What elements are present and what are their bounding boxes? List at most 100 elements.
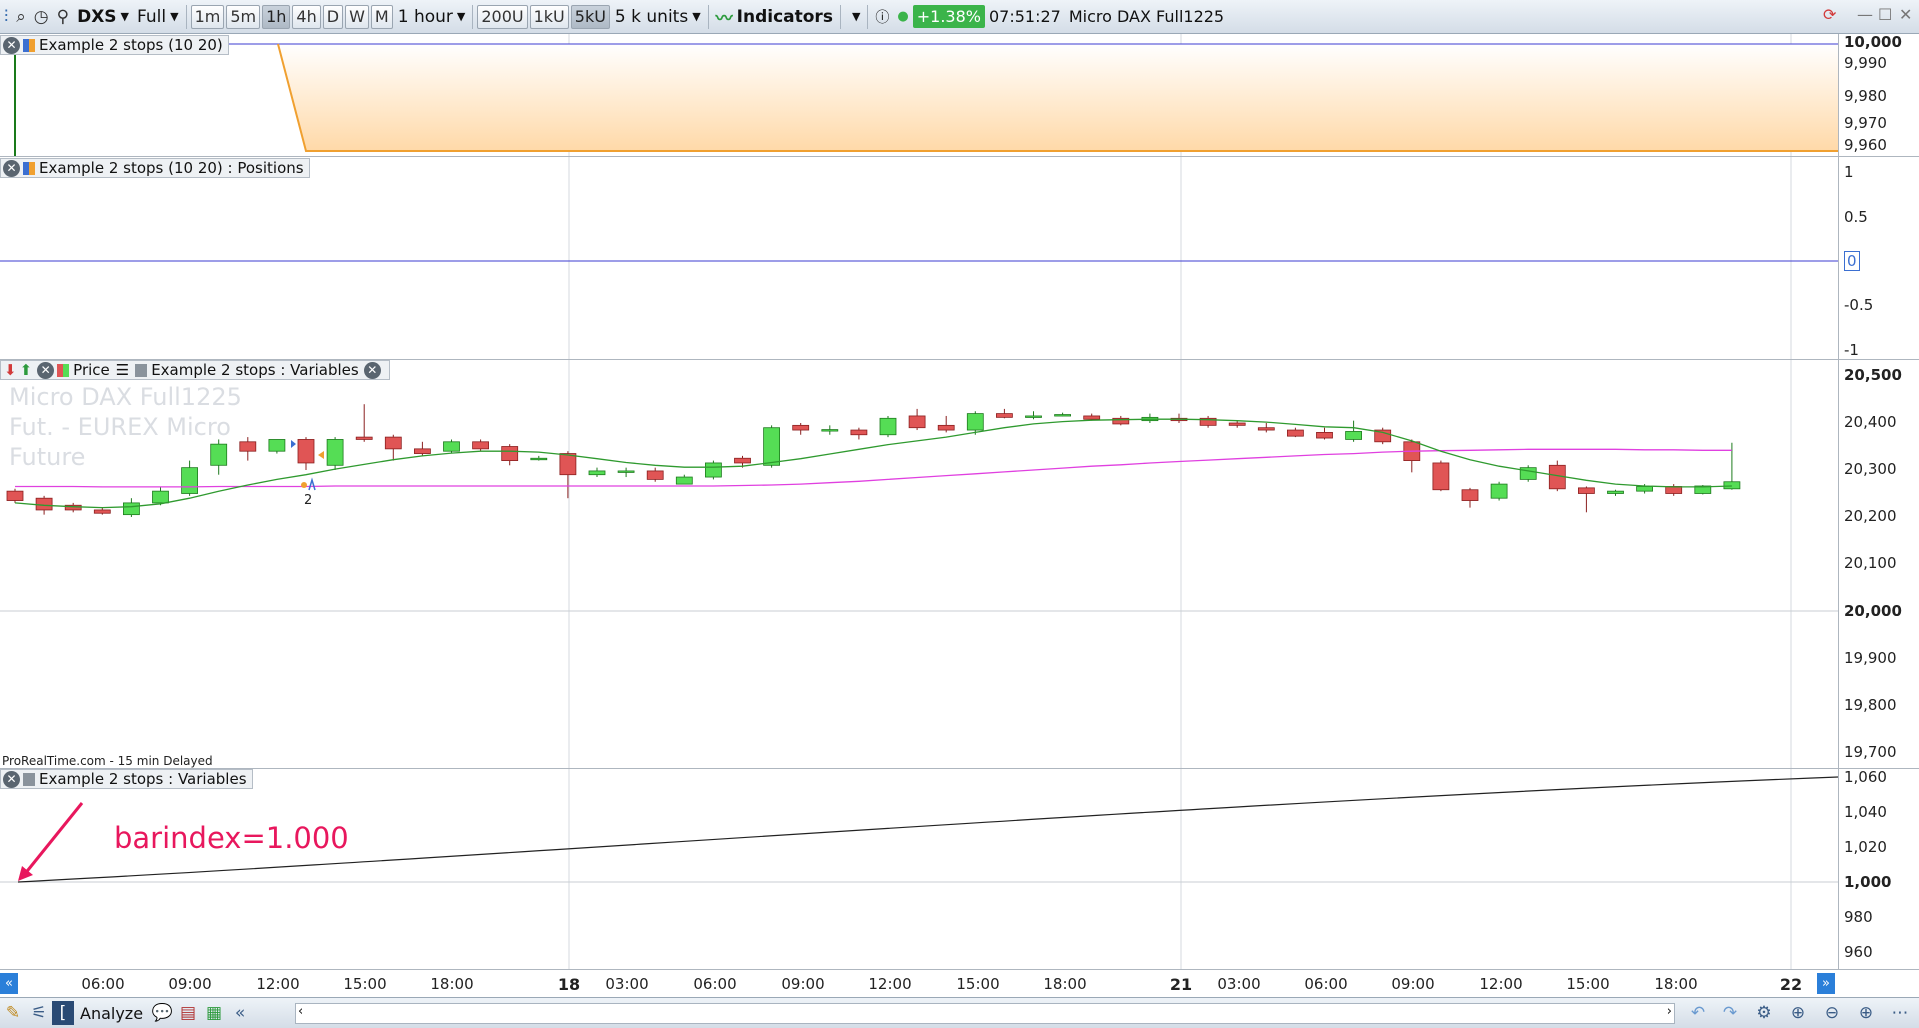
- pin-icon[interactable]: ⚲: [53, 4, 73, 30]
- collapse-left-icon[interactable]: «: [227, 1001, 253, 1025]
- candle-body: [1025, 415, 1042, 418]
- equity-panel-title: ✕ Example 2 stops (10 20): [0, 35, 229, 55]
- candle-body: [763, 427, 780, 466]
- redo-icon[interactable]: ↷: [1717, 1001, 1743, 1025]
- indicator-color-swatch: [23, 161, 35, 175]
- variables-label[interactable]: Example 2 stops : Variables: [151, 361, 359, 379]
- instrument-code-select[interactable]: DXS ▼: [73, 4, 133, 30]
- axis-tick-label: -1: [1844, 341, 1859, 359]
- barindex-axis[interactable]: 1,060 1,040 1,020 1,000 980 960: [1838, 768, 1919, 969]
- close-icon[interactable]: ✕: [37, 361, 55, 379]
- scroll-right-icon[interactable]: ›: [1667, 1004, 1672, 1019]
- trade-dot-icon: [301, 482, 307, 488]
- timeframe-button[interactable]: M: [370, 4, 393, 29]
- barindex-panel-label: Example 2 stops : Variables: [39, 770, 247, 788]
- unit-button[interactable]: 200U: [477, 4, 528, 29]
- bracket-icon[interactable]: [: [52, 1001, 74, 1025]
- indicators-dropdown[interactable]: ▼: [844, 4, 864, 30]
- more-icon[interactable]: ⋯: [1887, 1001, 1913, 1025]
- drawing-tool-icon[interactable]: ✎: [0, 1001, 26, 1025]
- axis-tick-label: 1,060: [1844, 768, 1887, 786]
- price-axis[interactable]: 20,500 20,400 20,300 20,200 20,100 20,000 19,9…: [1838, 360, 1919, 768]
- candle-body: [1287, 429, 1304, 437]
- close-icon[interactable]: ✕: [1899, 5, 1912, 24]
- slow-moving-average: [15, 448, 1732, 488]
- minimize-icon[interactable]: —: [1857, 5, 1873, 24]
- close-icon[interactable]: ✕: [3, 36, 20, 54]
- axis-tick-label: 9,990: [1844, 54, 1887, 72]
- axis-tick-label: 20,000: [1844, 602, 1902, 620]
- separator: [185, 4, 187, 29]
- zoom-out-icon[interactable]: ⊖: [1819, 1001, 1845, 1025]
- chart-settings-icon[interactable]: ⚙: [1751, 1001, 1777, 1025]
- candle-body: [210, 443, 228, 466]
- scroll-left-icon[interactable]: «: [0, 973, 18, 994]
- maximize-icon[interactable]: ☐: [1878, 5, 1892, 24]
- orderbook-icon[interactable]: ▦: [201, 1001, 227, 1025]
- trade-arrow-icon: [308, 477, 316, 491]
- candle-body: [559, 453, 577, 476]
- price-label[interactable]: Price: [73, 361, 110, 379]
- timeframe-button[interactable]: 1m: [190, 4, 225, 29]
- axis-tick-label: 0.5: [1844, 208, 1868, 226]
- axis-tick-label: 20,200: [1844, 507, 1897, 525]
- axis-tick-label: 9,970: [1844, 114, 1887, 132]
- units-value: 5 k units: [614, 6, 689, 27]
- horizontal-scrollbar[interactable]: ‹ ›: [295, 1003, 1675, 1024]
- candle-body: [1723, 481, 1741, 490]
- equity-chart[interactable]: [0, 34, 1838, 156]
- undo-icon[interactable]: ↶: [1685, 1001, 1711, 1025]
- clock-icon[interactable]: ◷: [30, 4, 53, 30]
- variables-color-swatch: [135, 363, 148, 377]
- view-mode-select[interactable]: Full ▼: [133, 4, 183, 30]
- timeframe-button[interactable]: 5m: [226, 4, 261, 29]
- timeframe-button[interactable]: 1h: [262, 4, 291, 29]
- timeframe-select[interactable]: 1 hour ▼: [394, 4, 470, 30]
- timeframe-button[interactable]: D: [322, 4, 344, 29]
- candle-body: [268, 439, 286, 452]
- units-select[interactable]: 5 k units ▼: [611, 4, 705, 30]
- chevron-down-icon: ▼: [456, 10, 466, 23]
- chat-icon[interactable]: 💬: [149, 1001, 175, 1025]
- indicators-button[interactable]: 〰 Indicators: [712, 4, 837, 30]
- unit-button[interactable]: 5kU: [570, 4, 610, 29]
- report-icon[interactable]: ▤: [175, 1001, 201, 1025]
- timeframe-button[interactable]: W: [345, 4, 369, 29]
- analyze-button[interactable]: Analyze: [80, 1004, 143, 1023]
- time-axis[interactable]: « 06:00 09:00 12:00 15:00 18:00 18 03:00 06:00 0…: [0, 969, 1919, 997]
- source-note: ProRealTime.com - 15 min Delayed: [2, 754, 213, 768]
- cursor-tool-icon[interactable]: ⌕: [12, 4, 30, 30]
- axis-tick-label: 1,040: [1844, 803, 1887, 821]
- positions-panel: ✕ Example 2 stops (10 20) : Positions 1 0…: [0, 157, 1919, 360]
- time-tick-label: 15:00: [343, 975, 387, 993]
- candle-body: [1054, 414, 1071, 417]
- close-icon[interactable]: ✕: [3, 159, 20, 177]
- price-chart[interactable]: [0, 360, 1838, 768]
- candle-body: [734, 457, 751, 464]
- refresh-icon[interactable]: ⟳: [1823, 5, 1836, 24]
- candlestick-type-icon[interactable]: ⫶: [0, 4, 12, 30]
- close-icon[interactable]: ✕: [3, 770, 20, 788]
- barindex-chart[interactable]: [0, 769, 1838, 969]
- entry-marker-icon: [291, 440, 296, 448]
- indicators-label: Indicators: [736, 6, 833, 27]
- expand-icon[interactable]: ⬆: [20, 361, 33, 379]
- close-icon[interactable]: ✕: [363, 361, 381, 379]
- info-icon[interactable]: ⓘ: [871, 4, 893, 30]
- candle-body: [646, 470, 664, 480]
- share-icon[interactable]: ⚟: [26, 1001, 52, 1025]
- zoom-in-icon[interactable]: ⊕: [1853, 1001, 1879, 1025]
- axis-tick-label: 1: [1844, 163, 1854, 181]
- positions-chart[interactable]: [0, 157, 1838, 359]
- scroll-left-icon[interactable]: ‹: [298, 1004, 303, 1019]
- scroll-right-icon[interactable]: »: [1817, 973, 1835, 994]
- list-icon[interactable]: ☰: [116, 361, 129, 379]
- timeframe-button[interactable]: 4h: [292, 4, 321, 29]
- unit-button[interactable]: 1kU: [529, 4, 569, 29]
- zoom-auto-icon[interactable]: ⊕: [1785, 1001, 1811, 1025]
- axis-tick-label: 20,300: [1844, 460, 1897, 478]
- equity-axis[interactable]: 10,000 9,990 9,980 9,970 9,960: [1838, 33, 1919, 156]
- candle-body: [1432, 462, 1450, 491]
- collapse-icon[interactable]: ⬇: [4, 361, 17, 379]
- positions-axis[interactable]: 1 0.5 0 -0.5 -1: [1838, 157, 1919, 359]
